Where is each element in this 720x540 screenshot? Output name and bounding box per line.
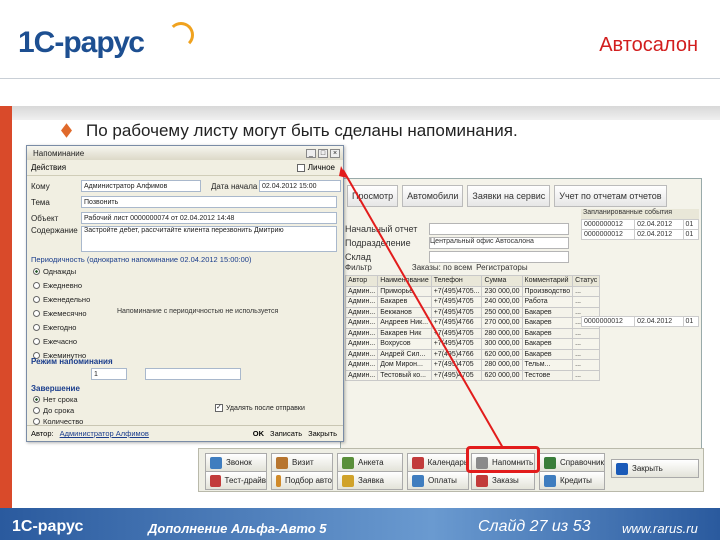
footer-slide-number: Слайд 27 из 53	[478, 518, 591, 535]
arrow-head	[339, 166, 347, 178]
arrow-line	[342, 169, 504, 449]
pointer-arrow	[339, 166, 504, 449]
footer-product: Дополнение Альфа-Авто 5	[148, 521, 327, 536]
footer-url[interactable]: www.rarus.ru	[622, 521, 698, 536]
footer-logo: 1С-рарус	[12, 518, 84, 535]
slide-footer: 1С-рарус Дополнение Альфа-Авто 5 Слайд 2…	[0, 508, 720, 540]
